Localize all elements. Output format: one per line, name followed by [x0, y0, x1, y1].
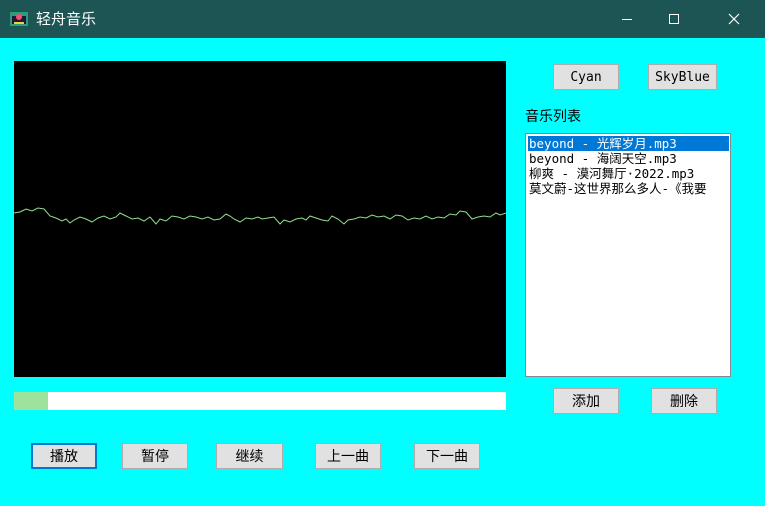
playlist-item[interactable]: beyond - 海阔天空.mp3: [528, 151, 677, 166]
playback-progress-bar[interactable]: [14, 392, 506, 410]
minimize-icon: [622, 19, 632, 20]
resume-button[interactable]: 继续: [216, 443, 283, 469]
maximize-button[interactable]: [651, 0, 697, 38]
skyblue-theme-button[interactable]: SkyBlue: [648, 64, 717, 90]
progress-fill: [14, 392, 49, 410]
window-title: 轻舟音乐: [36, 10, 97, 28]
pause-button[interactable]: 暂停: [122, 443, 188, 469]
app-icon: [10, 12, 28, 26]
playlist-item[interactable]: 柳爽 - 漠河舞厅·2022.mp3: [528, 166, 694, 181]
previous-track-button[interactable]: 上一曲: [315, 443, 381, 469]
waveform-canvas: [13, 207, 507, 225]
waveform-line: [13, 207, 507, 225]
delete-button[interactable]: 删除: [651, 388, 717, 414]
play-button[interactable]: 播放: [31, 443, 97, 469]
minimize-button[interactable]: [604, 0, 650, 38]
add-button[interactable]: 添加: [553, 388, 619, 414]
playlist-label: 音乐列表: [525, 109, 581, 125]
music-player-window: 轻舟音乐 Cyan SkyBlue 音乐列表 beyond - 光辉岁月.mp3…: [0, 0, 765, 506]
close-icon: [728, 13, 740, 25]
maximize-icon: [669, 14, 679, 24]
next-track-button[interactable]: 下一曲: [414, 443, 480, 469]
playlist-item[interactable]: 莫文蔚-这世界那么多人-《我要: [528, 181, 707, 196]
playlist-item[interactable]: beyond - 光辉岁月.mp3: [528, 136, 729, 151]
cyan-theme-button[interactable]: Cyan: [553, 64, 619, 90]
waveform-visualizer: [13, 61, 507, 377]
close-button[interactable]: [711, 0, 757, 38]
playlist-listbox[interactable]: beyond - 光辉岁月.mp3 beyond - 海阔天空.mp3 柳爽 -…: [525, 133, 731, 377]
title-bar[interactable]: 轻舟音乐: [0, 0, 765, 38]
